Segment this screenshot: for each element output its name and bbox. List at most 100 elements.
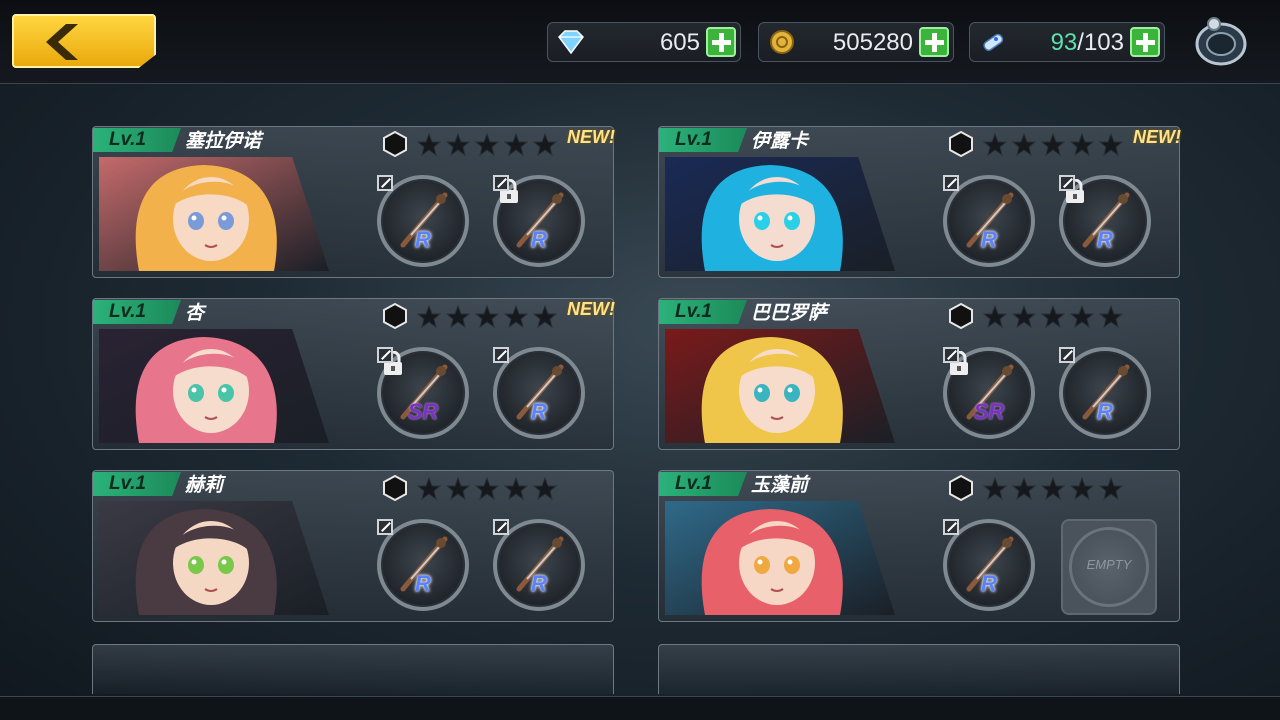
level-badge: Lv.1 bbox=[93, 472, 181, 496]
star-icon bbox=[533, 305, 557, 329]
level-badge: Lv.1 bbox=[659, 472, 747, 496]
character-portrait bbox=[99, 501, 329, 615]
new-badge: NEW! bbox=[567, 127, 615, 147]
hexagon-icon bbox=[383, 131, 407, 157]
star-icon bbox=[1070, 133, 1094, 157]
rarity-label: R bbox=[1097, 399, 1113, 424]
character-card[interactable]: Lv.1 塞拉伊诺 NEW! R R bbox=[92, 126, 615, 278]
new-badge: NEW! bbox=[567, 299, 615, 319]
character-portrait bbox=[99, 329, 329, 443]
star-icon bbox=[1099, 133, 1123, 157]
star-rating bbox=[417, 477, 557, 501]
level-badge: Lv.1 bbox=[93, 128, 181, 152]
rarity-label: R bbox=[531, 571, 547, 596]
chevron-left-icon bbox=[46, 24, 78, 60]
star-icon bbox=[504, 477, 528, 501]
edit-icon[interactable] bbox=[493, 175, 509, 191]
edit-icon[interactable] bbox=[377, 519, 393, 535]
empty-equip-slot[interactable]: EMPTY bbox=[1061, 519, 1157, 615]
hexagon-icon bbox=[949, 475, 973, 501]
add-coins-button[interactable] bbox=[919, 27, 949, 57]
star-icon bbox=[504, 133, 528, 157]
star-icon bbox=[417, 477, 441, 501]
character-name: 玉藻前 bbox=[751, 474, 809, 496]
edit-icon[interactable] bbox=[943, 175, 959, 191]
top-bar: 605 505280 93/103 bbox=[0, 0, 1280, 84]
star-icon bbox=[1012, 305, 1036, 329]
rarity-label: SR bbox=[407, 399, 439, 424]
hexagon-icon bbox=[383, 303, 407, 329]
edit-icon[interactable] bbox=[1059, 175, 1075, 191]
level-badge: Lv.1 bbox=[659, 128, 747, 152]
next-card-partial bbox=[658, 644, 1180, 694]
settings-icon[interactable] bbox=[1192, 14, 1250, 70]
star-icon bbox=[983, 305, 1007, 329]
star-icon bbox=[417, 305, 441, 329]
hexagon-icon bbox=[949, 131, 973, 157]
empty-label: EMPTY bbox=[1086, 557, 1132, 572]
star-icon bbox=[475, 477, 499, 501]
rarity-label: SR bbox=[973, 399, 1005, 424]
star-icon bbox=[446, 133, 470, 157]
new-badge: NEW! bbox=[1133, 127, 1181, 147]
star-rating bbox=[983, 133, 1123, 157]
character-name: 巴巴罗萨 bbox=[751, 302, 828, 324]
star-rating bbox=[983, 477, 1123, 501]
character-name: 塞拉伊诺 bbox=[185, 130, 262, 152]
rarity-label: R bbox=[531, 227, 547, 252]
edit-icon[interactable] bbox=[943, 347, 959, 363]
star-icon bbox=[533, 477, 557, 501]
edit-icon[interactable] bbox=[377, 175, 393, 191]
star-icon bbox=[475, 133, 499, 157]
gems-value: 605 bbox=[659, 29, 700, 56]
character-portrait bbox=[99, 157, 329, 271]
add-stamina-button[interactable] bbox=[1130, 27, 1160, 57]
rarity-label: R bbox=[415, 571, 431, 596]
hexagon-icon bbox=[383, 475, 407, 501]
edit-icon[interactable] bbox=[493, 347, 509, 363]
coins-value: 505280 bbox=[832, 29, 913, 56]
gems-counter: 605 bbox=[547, 22, 741, 62]
star-icon bbox=[1041, 477, 1065, 501]
diamond-icon bbox=[558, 30, 584, 55]
stamina-icon bbox=[983, 33, 1004, 52]
character-card[interactable]: Lv.1 赫莉 R R bbox=[92, 470, 614, 622]
star-icon bbox=[446, 477, 470, 501]
rarity-label: R bbox=[1097, 227, 1113, 252]
character-name: 杏 bbox=[185, 302, 205, 324]
edit-icon[interactable] bbox=[943, 519, 959, 535]
character-portrait bbox=[665, 329, 895, 443]
star-icon bbox=[1012, 133, 1036, 157]
edit-icon[interactable] bbox=[1059, 347, 1075, 363]
stamina-counter: 93/103 bbox=[969, 22, 1165, 62]
back-button[interactable] bbox=[12, 14, 156, 68]
star-rating bbox=[417, 305, 557, 329]
star-icon bbox=[417, 133, 441, 157]
level-badge: Lv.1 bbox=[93, 300, 181, 324]
coin-icon bbox=[770, 30, 794, 54]
add-gems-button[interactable] bbox=[706, 27, 736, 57]
next-card-partial bbox=[92, 644, 614, 694]
character-card[interactable]: Lv.1 伊露卡 NEW! R R bbox=[658, 126, 1181, 278]
rarity-label: R bbox=[415, 227, 431, 252]
character-portrait bbox=[665, 157, 895, 271]
character-card[interactable]: Lv.1 巴巴罗萨 SR R bbox=[658, 298, 1180, 450]
edit-icon[interactable] bbox=[377, 347, 393, 363]
star-icon bbox=[1099, 477, 1123, 501]
character-name: 伊露卡 bbox=[751, 130, 809, 152]
character-portrait bbox=[665, 501, 895, 615]
character-card[interactable]: Lv.1 玉藻前 R EMPTY bbox=[658, 470, 1180, 622]
star-rating bbox=[983, 305, 1123, 329]
stamina-separator: / bbox=[1077, 29, 1084, 56]
star-icon bbox=[1041, 305, 1065, 329]
stamina-max: 103 bbox=[1083, 29, 1124, 56]
star-icon bbox=[1070, 305, 1094, 329]
star-icon bbox=[475, 305, 499, 329]
star-icon bbox=[1070, 477, 1094, 501]
rarity-label: R bbox=[531, 399, 547, 424]
rarity-label: R bbox=[981, 227, 997, 252]
bottom-bar bbox=[0, 696, 1280, 720]
star-icon bbox=[504, 305, 528, 329]
character-card[interactable]: Lv.1 杏 NEW! SR R bbox=[92, 298, 615, 450]
edit-icon[interactable] bbox=[493, 519, 509, 535]
